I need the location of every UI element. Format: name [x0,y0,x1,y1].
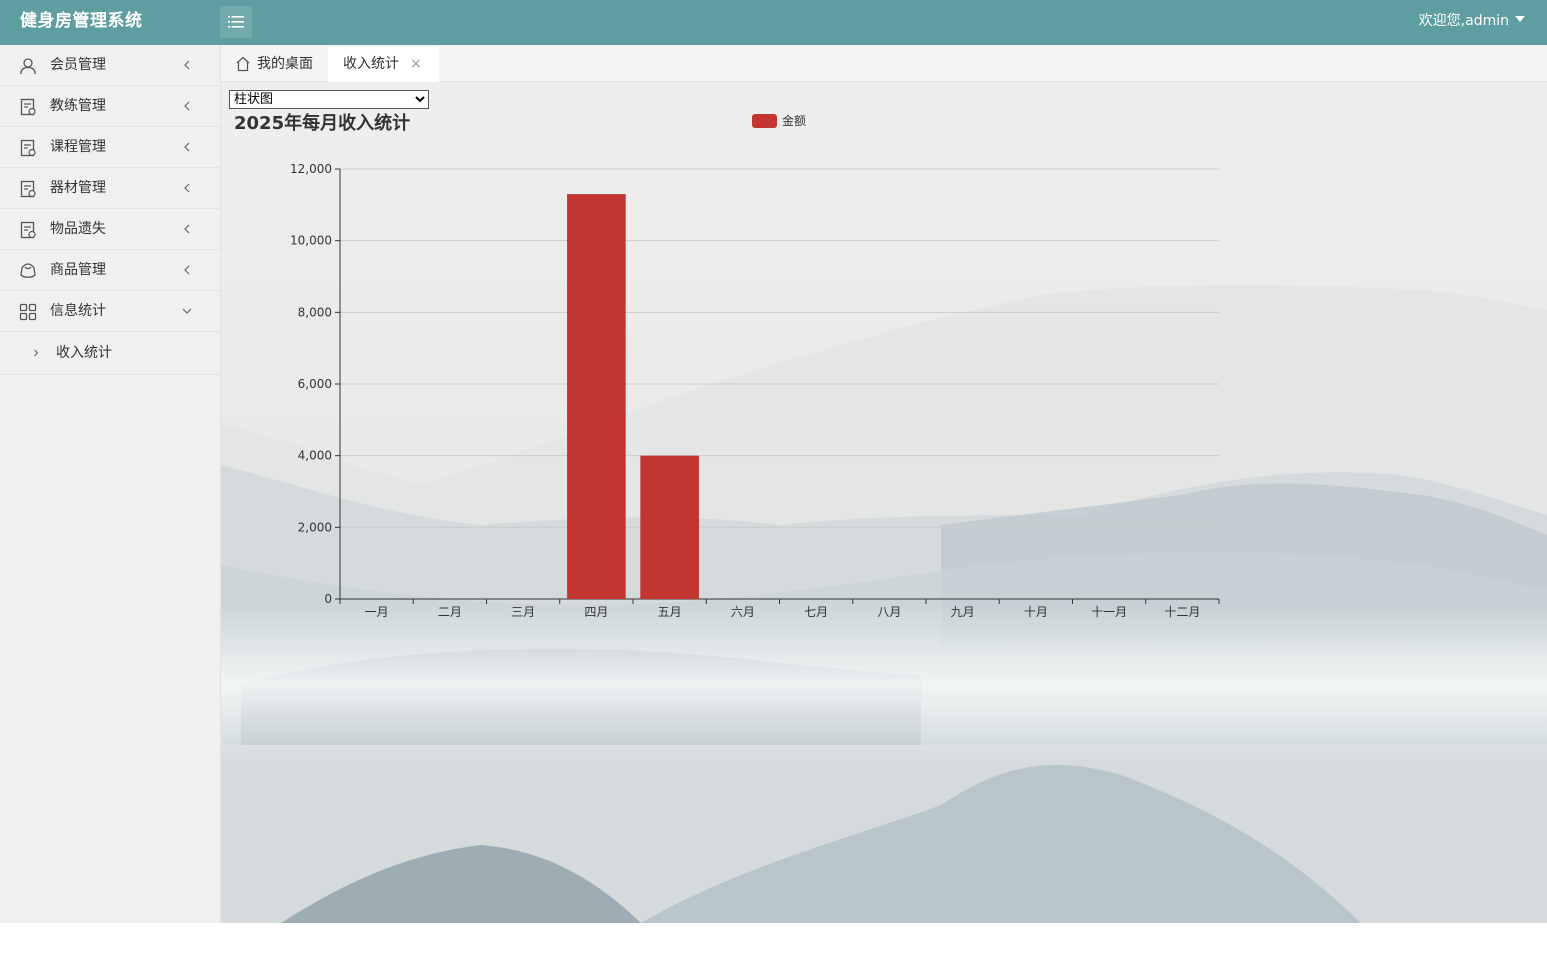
menu-icon [228,16,244,28]
document-icon [20,139,36,157]
sidebar-item-label: 会员管理 [50,57,106,73]
user-icon [20,58,36,75]
x-tick-label: 七月 [804,605,828,619]
y-tick-label: 6,000 [298,377,332,391]
bar [567,194,626,600]
y-tick-label: 2,000 [298,520,332,534]
bottom-blank-area [0,923,1547,965]
x-tick-label: 一月 [365,605,389,619]
caret-down-icon [1515,16,1525,22]
sidebar: 会员管理 教练管理 课程管理 器材管理 物品遗失 商品管理 信息统计 收入统计 [0,45,221,923]
x-tick-label: 三月 [511,605,535,619]
x-tick-label: 二月 [438,605,462,619]
grid-icon [19,303,37,321]
x-tick-label: 十一月 [1091,605,1127,619]
chevron-left-icon [184,265,190,275]
y-tick-label: 8,000 [298,305,332,319]
user-menu[interactable]: 欢迎您,admin [1419,0,1525,45]
chevron-left-icon [184,142,190,152]
top-header: 健身房管理系统 欢迎您,admin [0,0,1547,45]
sidebar-item-label: 教练管理 [50,98,106,114]
sidebar-item-lost-items[interactable]: 物品遗失 [0,209,220,250]
y-tick-label: 4,000 [298,449,332,463]
chart-title: 2025年每月收入统计 [234,112,410,134]
sidebar-subitem-label: 收入统计 [56,345,112,361]
sidebar-item-course[interactable]: 课程管理 [0,127,220,168]
sidebar-item-member[interactable]: 会员管理 [0,45,220,86]
legend-label: 金额 [782,113,806,128]
sidebar-item-label: 器材管理 [50,180,106,196]
bar [640,455,699,599]
y-tick-label: 0 [324,592,332,606]
sidebar-item-coach[interactable]: 教练管理 [0,86,220,127]
x-tick-label: 五月 [658,605,682,619]
document-icon [20,221,36,239]
document-icon [20,98,36,116]
x-tick-label: 四月 [584,605,608,619]
legend-swatch [752,114,777,128]
main-content: 我的桌面 收入统计 × 柱状图 2025年每月收入统计 金额 0 2,000 4,000… [221,45,1547,923]
chevron-right-icon [34,349,39,357]
y-tick-label: 10,000 [290,234,332,248]
x-tick-label: 六月 [731,605,755,619]
sidebar-item-label: 商品管理 [50,262,106,278]
sidebar-subitem-income-statistics[interactable]: 收入统计 [0,332,220,375]
chevron-left-icon [184,101,190,111]
sidebar-toggle-button[interactable] [220,6,252,38]
sidebar-item-label: 物品遗失 [50,221,106,237]
document-icon [20,180,36,198]
x-tick-label: 八月 [877,605,901,619]
chevron-down-icon [182,308,192,314]
welcome-text: 欢迎您,admin [1418,13,1509,29]
sidebar-item-equipment[interactable]: 器材管理 [0,168,220,209]
sidebar-item-statistics[interactable]: 信息统计 [0,291,220,332]
chevron-left-icon [184,183,190,193]
chevron-left-icon [184,60,190,70]
chevron-left-icon [184,224,190,234]
x-tick-label: 十月 [1024,605,1048,619]
x-tick-label: 九月 [951,605,975,619]
income-bar-chart: 2025年每月收入统计 金额 0 2,000 4,000 6,000 8,000 10,000… [234,112,1220,619]
x-tick-label: 十二月 [1164,605,1200,619]
sidebar-item-goods[interactable]: 商品管理 [0,250,220,291]
y-tick-label: 12,000 [290,162,332,176]
app-root: 健身房管理系统 欢迎您,admin 会员管理 教练管理 课程管理 器材管理 物品… [0,0,1547,965]
app-title: 健身房管理系统 [20,11,143,31]
sidebar-item-label: 课程管理 [50,139,106,155]
sidebar-item-label: 信息统计 [50,303,106,319]
box-icon [20,263,36,278]
